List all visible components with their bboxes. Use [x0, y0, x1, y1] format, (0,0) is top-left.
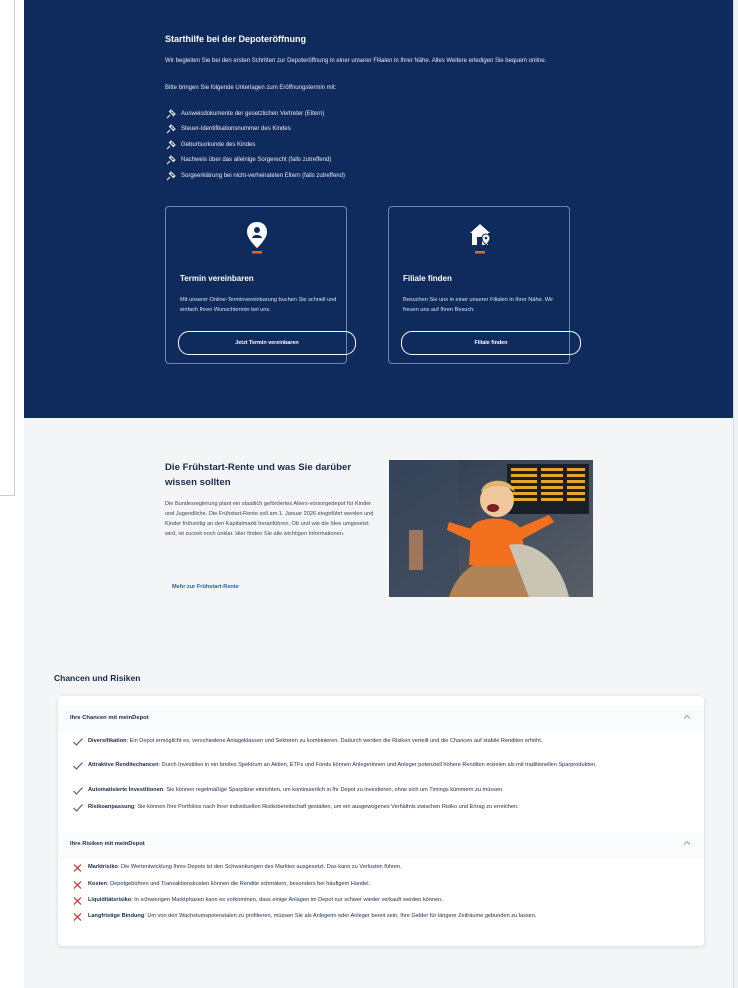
list-item: Ausweisdokumente der gesetzlichen Vertre…: [165, 106, 345, 122]
item-text: : Sie können regelmäßige Sparpläne einri…: [163, 787, 504, 793]
termin-card: Termin vereinbaren Mit unserer Online-Te…: [165, 206, 356, 364]
list-item: Steuer-Identifikationsnummer des Kindes: [165, 122, 345, 138]
chevron-up-icon[interactable]: [682, 712, 692, 722]
item-text: : Ein Depot ermöglicht es, verschiedene …: [126, 738, 543, 744]
fruehstart-link[interactable]: Mehr zur Frühstart-Rente: [172, 584, 239, 590]
filiale-card: Filiale finden Besuchen Sie uns in einer…: [388, 206, 581, 364]
item-label: Langfristige Bindung: [88, 913, 145, 919]
checkmark-icon: [73, 787, 83, 795]
item-text: : In schwierigen Marktphasen kann es vor…: [131, 897, 443, 903]
filiale-card-text: Besuchen Sie uns in einer unserer Filial…: [403, 297, 554, 313]
chancen-risiken-accordion: Ihre Chancen mit meinDepot Diversifikati…: [58, 696, 704, 946]
page: Starthilfe bei der Depoteröffnung Wir be…: [24, 0, 733, 988]
list-item: Sorgeerklärung bei nicht-verheirateten E…: [165, 168, 345, 184]
background-window-edge: [0, 495, 15, 496]
list-item-label: Sorgeerklärung bei nicht-verheirateten E…: [181, 172, 345, 179]
list-item-label: Steuer-Identifikationsnummer des Kindes: [181, 126, 291, 133]
branch-house-icon: [470, 224, 491, 254]
list-item: Kosten: Depotgebühren und Transaktionsko…: [72, 880, 692, 890]
item-text: : Um von den Wachstumspotenzialen zu pro…: [144, 913, 537, 919]
filiale-finden-button[interactable]: Filiale finden: [401, 331, 581, 355]
chancen-accordion-header[interactable]: Ihre Chancen mit meinDepot: [58, 706, 704, 732]
item-label: Attraktive Renditechancen: [88, 762, 159, 768]
chancen-header-label: Ihre Chancen mit meinDepot: [70, 715, 149, 721]
starthilfe-section: Starthilfe bei der Depoteröffnung Wir be…: [24, 0, 733, 418]
list-item-label: Ausweisdokumente der gesetzlichen Vertre…: [181, 110, 325, 117]
risiken-accordion-header[interactable]: Ihre Risiken mit meinDepot: [58, 832, 704, 858]
cross-icon: [73, 897, 82, 905]
pin-icon: [166, 155, 176, 165]
pin-icon: [166, 139, 176, 150]
list-item-label: Geburtsurkunde des Kindes: [181, 141, 256, 148]
cross-icon: [73, 881, 82, 889]
page-scroll-edge: [733, 0, 738, 988]
list-item: Nachweis über das alleinige Sorgerecht (…: [165, 153, 345, 169]
child-airport-photo: [389, 460, 593, 597]
pin-icon: [166, 108, 176, 119]
item-text: : Depotgebühren und Transaktionskosten k…: [106, 881, 371, 887]
list-item: Langfristige Bindung: Um von den Wachstu…: [72, 912, 692, 922]
location-person-icon: [247, 222, 267, 254]
checkmark-icon: [73, 762, 83, 770]
list-item-label: Nachweis über das alleinige Sorgerecht (…: [181, 157, 332, 164]
item-label: Automatisierte Investitionen: [88, 787, 164, 793]
item-label: Liquiditätsrisiko: [88, 897, 132, 903]
list-item: Liquiditätsrisiko: In schwierigen Marktp…: [72, 896, 692, 906]
chevron-up-icon[interactable]: [682, 838, 692, 848]
termin-vereinbaren-button[interactable]: Jetzt Termin vereinbaren: [178, 331, 356, 355]
fruehstart-text: Die Bundesregierung plant ein staatlich …: [165, 501, 374, 537]
list-item: Geburtsurkunde des Kindes: [165, 137, 345, 153]
filiale-card-title: Filiale finden: [403, 274, 452, 283]
item-text: : Durch Investition in ein breites Spekt…: [158, 762, 597, 768]
cross-icon: [73, 913, 82, 921]
item-text: : Die Wertentwicklung Ihres Depots ist d…: [117, 864, 402, 870]
starthilfe-title: Starthilfe bei der Depoteröffnung: [165, 34, 307, 44]
pin-icon: [166, 170, 176, 181]
item-label: Marktrisiko: [88, 864, 118, 870]
termin-card-title: Termin vereinbaren: [180, 274, 254, 283]
item-label: Risikoanpassung: [88, 804, 135, 810]
fruehstart-title: Die Frühstart-Rente und was Sie darüber …: [165, 462, 352, 488]
termin-card-text: Mit unserer Online-Terminvereinbarung bu…: [180, 297, 337, 313]
list-item: Diversifikation: Ein Depot ermöglicht es…: [72, 737, 692, 747]
background-window-frame: [0, 0, 15, 496]
list-item: Risikoanpassung: Sie können Ihre Portfol…: [72, 803, 692, 813]
cross-icon: [73, 864, 82, 872]
chancen-risiken-title: Chancen und Risiken: [54, 673, 141, 683]
pin-icon: [166, 124, 176, 134]
checkmark-icon: [73, 738, 83, 746]
list-item: Marktrisiko: Die Wertentwicklung Ihres D…: [72, 863, 692, 873]
risiken-header-label: Ihre Risiken mit meinDepot: [70, 841, 145, 847]
documents-intro: Bitte bringen Sie folgende Unterlagen zu…: [165, 85, 337, 91]
starthilfe-intro: Wir begleiten Sie bei den ersten Schritt…: [165, 58, 547, 64]
list-item: Automatisierte Investitionen: Sie können…: [72, 786, 692, 796]
item-label: Kosten: [88, 881, 107, 887]
item-text: : Sie können Ihre Portfolios nach Ihrer …: [134, 804, 519, 810]
checkmark-icon: [73, 804, 83, 812]
item-label: Diversifikation: [88, 738, 127, 744]
list-item: Attraktive Renditechancen: Durch Investi…: [72, 761, 692, 771]
documents-list: Ausweisdokumente der gesetzlichen Vertre…: [165, 106, 345, 184]
